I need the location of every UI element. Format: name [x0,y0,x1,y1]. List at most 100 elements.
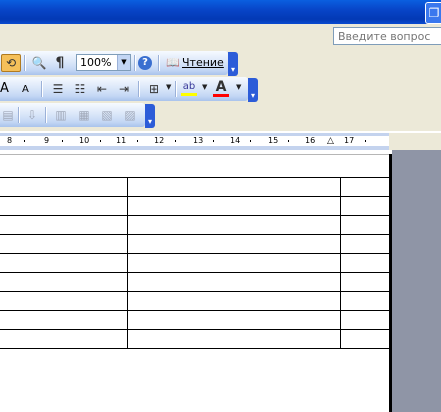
borders-icon[interactable]: ⊞ [146,81,162,97]
workspace-background [392,150,441,412]
zoom-dropdown[interactable]: 100% ▼ [76,54,131,71]
right-indent-marker[interactable]: △ [327,136,334,146]
table-cell[interactable] [0,234,128,254]
table-row [0,272,392,292]
reading-layout-icon[interactable]: 📖 [165,55,181,71]
borders-dropdown-arrow[interactable]: ▼ [166,83,171,91]
document-table[interactable] [0,177,392,349]
table-cell[interactable] [127,215,341,235]
ruler-tick [62,140,63,142]
table-cell[interactable] [127,177,341,197]
ruler-tick [137,140,138,142]
formatting-toolbar: A A ☰ ☷ ⇤ ⇥ ⊞ ▼ ab ▼ A ▼ [0,77,248,101]
ruler-number: 9 [44,136,50,145]
shrink-font-icon[interactable]: A [22,84,29,95]
font-color-icon[interactable]: A [213,80,229,97]
ruler-tick [250,140,251,142]
ruler-number: 14 [230,136,241,145]
title-bar [0,0,441,24]
standard-toolbar: ⟲ 🔍 ¶ 100% ▼ ? 📖 Чтение [0,51,228,75]
ruler-number: 8 [7,136,13,145]
ruler-tick [175,140,176,142]
grow-font-icon[interactable]: A [0,81,9,96]
chevron-down-icon[interactable]: ▼ [117,55,130,70]
toolbar-separator [24,55,26,71]
table-cell[interactable] [0,196,128,216]
decrease-indent-icon[interactable]: ⇤ [94,81,110,97]
table-cell[interactable] [0,253,128,273]
bullets-icon[interactable]: ☷ [72,81,88,97]
table-cell[interactable] [127,291,341,311]
table-cell[interactable] [340,291,392,311]
table-cell[interactable] [0,177,128,197]
table-cell[interactable] [127,272,341,292]
ruler-tick [100,140,101,142]
highlight-dropdown-arrow[interactable]: ▼ [202,83,207,91]
table-cell[interactable] [127,329,341,349]
help-question-input[interactable] [333,27,441,45]
disabled-tool-6-icon: ▨ [124,108,136,122]
disabled-tool-2-icon: ⇩ [26,108,38,122]
show-formatting-icon[interactable]: ¶ [52,55,68,71]
table-row [0,177,392,197]
ruler-number: 10 [79,136,90,145]
ruler-tick [213,140,214,142]
table-cell[interactable] [0,329,128,349]
table-cell[interactable] [127,234,341,254]
help-icon[interactable]: ? [138,56,152,70]
highlight-icon[interactable]: ab [181,81,197,96]
table-row [0,329,392,349]
table-cell[interactable] [340,272,392,292]
font-color-dropdown-arrow[interactable]: ▼ [236,83,241,91]
table-cell[interactable] [340,177,392,197]
print-preview-icon[interactable]: 🔍 [31,55,47,71]
zoom-value: 100% [80,56,112,69]
toolbar-separator [175,81,177,97]
toolbar-separator [45,107,47,123]
table-cell[interactable] [0,215,128,235]
ruler-number: 12 [154,136,165,145]
table-row [0,234,392,254]
toolbar-options-chevron[interactable]: ▾ [228,52,238,76]
table-cell[interactable] [340,310,392,330]
table-cell[interactable] [340,196,392,216]
disabled-tool-5-icon: ▧ [101,108,113,122]
ruler-number: 16 [305,136,316,145]
table-cell[interactable] [340,329,392,349]
ruler-end-area [389,133,441,150]
numbering-icon[interactable]: ☰ [50,81,66,97]
ruler-tick [24,140,25,142]
toolbar-separator [158,55,160,71]
page-top-edge [0,154,389,155]
toolbar-separator [134,55,136,71]
table-cell[interactable] [340,234,392,254]
table-cell[interactable] [340,253,392,273]
table-cell[interactable] [340,215,392,235]
toolbar-separator [138,81,140,97]
ruler-number: 13 [193,136,204,145]
table-row [0,310,392,330]
ruler-number: 15 [268,136,279,145]
ruler-tick [288,140,289,142]
restore-window-button[interactable]: ❐ [425,2,441,24]
toolbar-separator [18,107,20,123]
table-cell[interactable] [127,310,341,330]
table-row [0,196,392,216]
toolbar-options-chevron[interactable]: ▾ [145,104,155,128]
toolbar-options-chevron[interactable]: ▾ [248,78,258,102]
ruler-number: 11 [116,136,127,145]
table-cell[interactable] [0,310,128,330]
research-icon[interactable]: ⟲ [1,54,21,72]
reading-layout-label[interactable]: Чтение [182,56,224,69]
table-cell[interactable] [127,253,341,273]
disabled-tool-3-icon: ▥ [55,108,67,122]
table-cell[interactable] [0,291,128,311]
increase-indent-icon[interactable]: ⇥ [116,81,132,97]
table-cell[interactable] [127,196,341,216]
disabled-tool-4-icon: ▦ [78,108,90,122]
disabled-toolbar: ▤ ⇩ ▥ ▦ ▧ ▨ [0,103,145,127]
toolbar-area: ⟲ 🔍 ¶ 100% ▼ ? 📖 Чтение ▾ A A ☰ ☷ ⇤ ⇥ ⊞ … [0,49,441,131]
ruler-tick [365,140,366,142]
table-cell[interactable] [0,272,128,292]
disabled-tool-1-icon: ▤ [2,108,14,122]
